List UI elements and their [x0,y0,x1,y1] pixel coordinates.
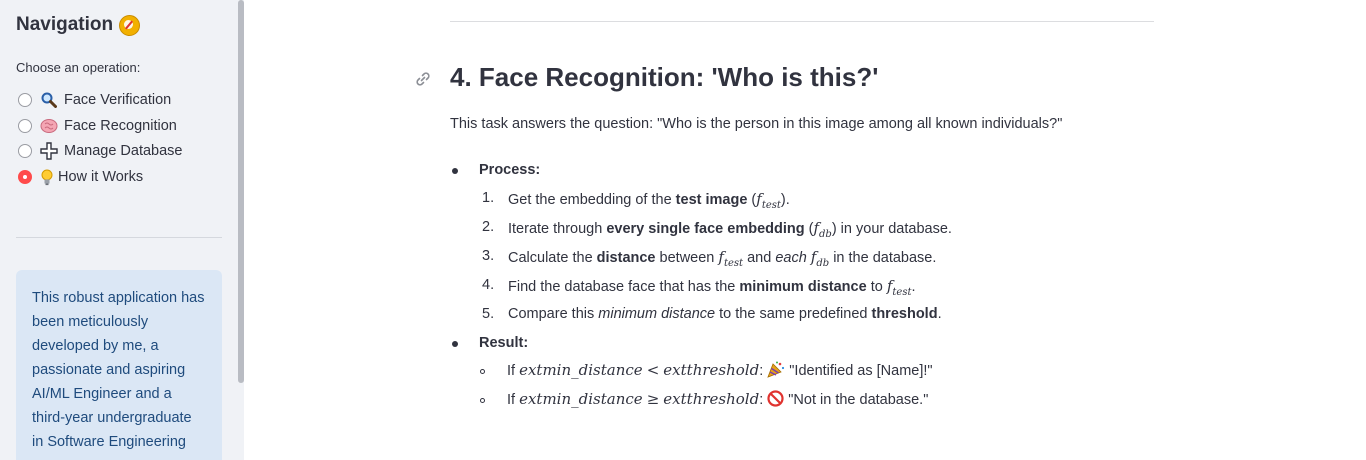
step-number: 3. [482,248,495,264]
process-step: 1. Get the embedding of the test image (… [482,190,790,211]
step-text: Calculate the [508,250,597,266]
sub-bullet [480,398,485,403]
result-text: "Identified as [Name]!" [789,363,933,379]
sidebar-title: Navigation [16,14,141,36]
info-box: This robust application has been meticul… [16,270,222,460]
radio-face-recognition[interactable]: Face Recognition [18,116,177,136]
math-expression: extmin_distance [519,390,643,408]
step-text: ) in your database. [831,221,952,237]
result-item-no-match: If extmin_distance ≥ extthreshold: "Not … [507,390,928,411]
magnifier-icon [40,91,58,109]
choose-operation-label: Choose an operation: [16,60,141,75]
step-bold: minimum distance [739,279,867,295]
math-f-test: ftest [756,190,781,211]
process-step: 5. Compare this minimum distance to the … [482,306,942,322]
intro-paragraph: This task answers the question: "Who is … [450,116,1063,132]
math-f-test: ftest [718,248,744,269]
step-text: . [937,306,942,322]
step-number: 5. [482,306,495,322]
math-expression: extthreshold [663,390,760,408]
step-text: in the database. [829,250,937,266]
sidebar-title-text: Navigation [16,14,114,35]
process-step: 3. Calculate the distance between ftest … [482,248,936,269]
sub-bullet [480,369,485,374]
math-f-db: fdb [813,219,832,240]
radio-manage-database[interactable]: Manage Database [18,141,183,161]
math-expression: extmin_distance [519,361,643,379]
step-bold: test image [675,192,748,208]
main-content: 4. Face Recognition: 'Who is this?' This… [244,0,1366,460]
step-italic: each [775,250,807,266]
radio-button[interactable] [18,144,32,158]
step-text: to the same predefined [715,306,872,322]
step-text: ). [780,192,790,208]
step-text: between [655,250,719,266]
brain-icon [40,117,58,135]
step-bold: threshold [871,306,938,322]
step-text: and [743,250,776,266]
section-heading: 4. Face Recognition: 'Who is this?' [450,62,879,92]
radio-how-it-works[interactable]: How it Works [18,167,143,187]
compass-icon [119,14,141,36]
divider [450,21,1154,22]
result-text: : [759,363,764,379]
step-text: Compare this [508,306,599,322]
step-number: 4. [482,277,495,293]
step-number: 1. [482,190,495,206]
step-text: Get the embedding of the [508,192,676,208]
step-text: Iterate through [508,221,607,237]
step-text: . [911,279,916,295]
bullet [452,168,458,174]
sidebar-divider [16,237,222,238]
process-step: 4. Find the database face that has the m… [482,277,916,298]
step-bold: distance [596,250,656,266]
step-number: 2. [482,219,495,235]
radio-button[interactable] [18,119,32,133]
radio-button[interactable] [18,93,32,107]
party-popper-icon [767,361,785,382]
math-f-test: ftest [886,277,912,298]
step-text: to [866,279,887,295]
prohibited-icon [767,390,784,411]
step-italic: minimum distance [598,306,716,322]
option-label: Face Verification [64,92,172,108]
result-text: If [507,392,520,408]
radio-button-selected[interactable] [18,170,32,184]
radio-face-verification[interactable]: Face Verification [18,90,171,110]
step-text: ( [747,192,757,208]
step-text: Find the database face that has the [508,279,740,295]
process-step: 2. Iterate through every single face emb… [482,219,952,240]
result-item-match: If extmin_distance < extthreshold: "Iden… [507,361,933,382]
result-text: "Not in the database." [788,392,929,408]
option-label: Manage Database [64,143,183,159]
step-bold: every single face embedding [606,221,805,237]
lightbulb-icon [40,168,54,186]
bullet [452,341,458,347]
option-label: How it Works [58,169,144,185]
math-f-db: fdb [810,248,830,269]
process-label: Process: [479,162,541,178]
sidebar: Navigation Choose an operation: Face Ver… [0,0,244,460]
math-operator: ≥ [646,390,660,408]
result-text: If [507,363,520,379]
option-label: Face Recognition [64,118,177,134]
math-expression: extthreshold [663,361,760,379]
result-text: : [759,392,764,408]
link-icon[interactable] [414,70,432,88]
info-text: This robust application has been meticul… [32,290,205,450]
plus-icon [40,142,58,160]
math-operator: < [646,361,660,379]
result-label: Result: [479,335,529,351]
